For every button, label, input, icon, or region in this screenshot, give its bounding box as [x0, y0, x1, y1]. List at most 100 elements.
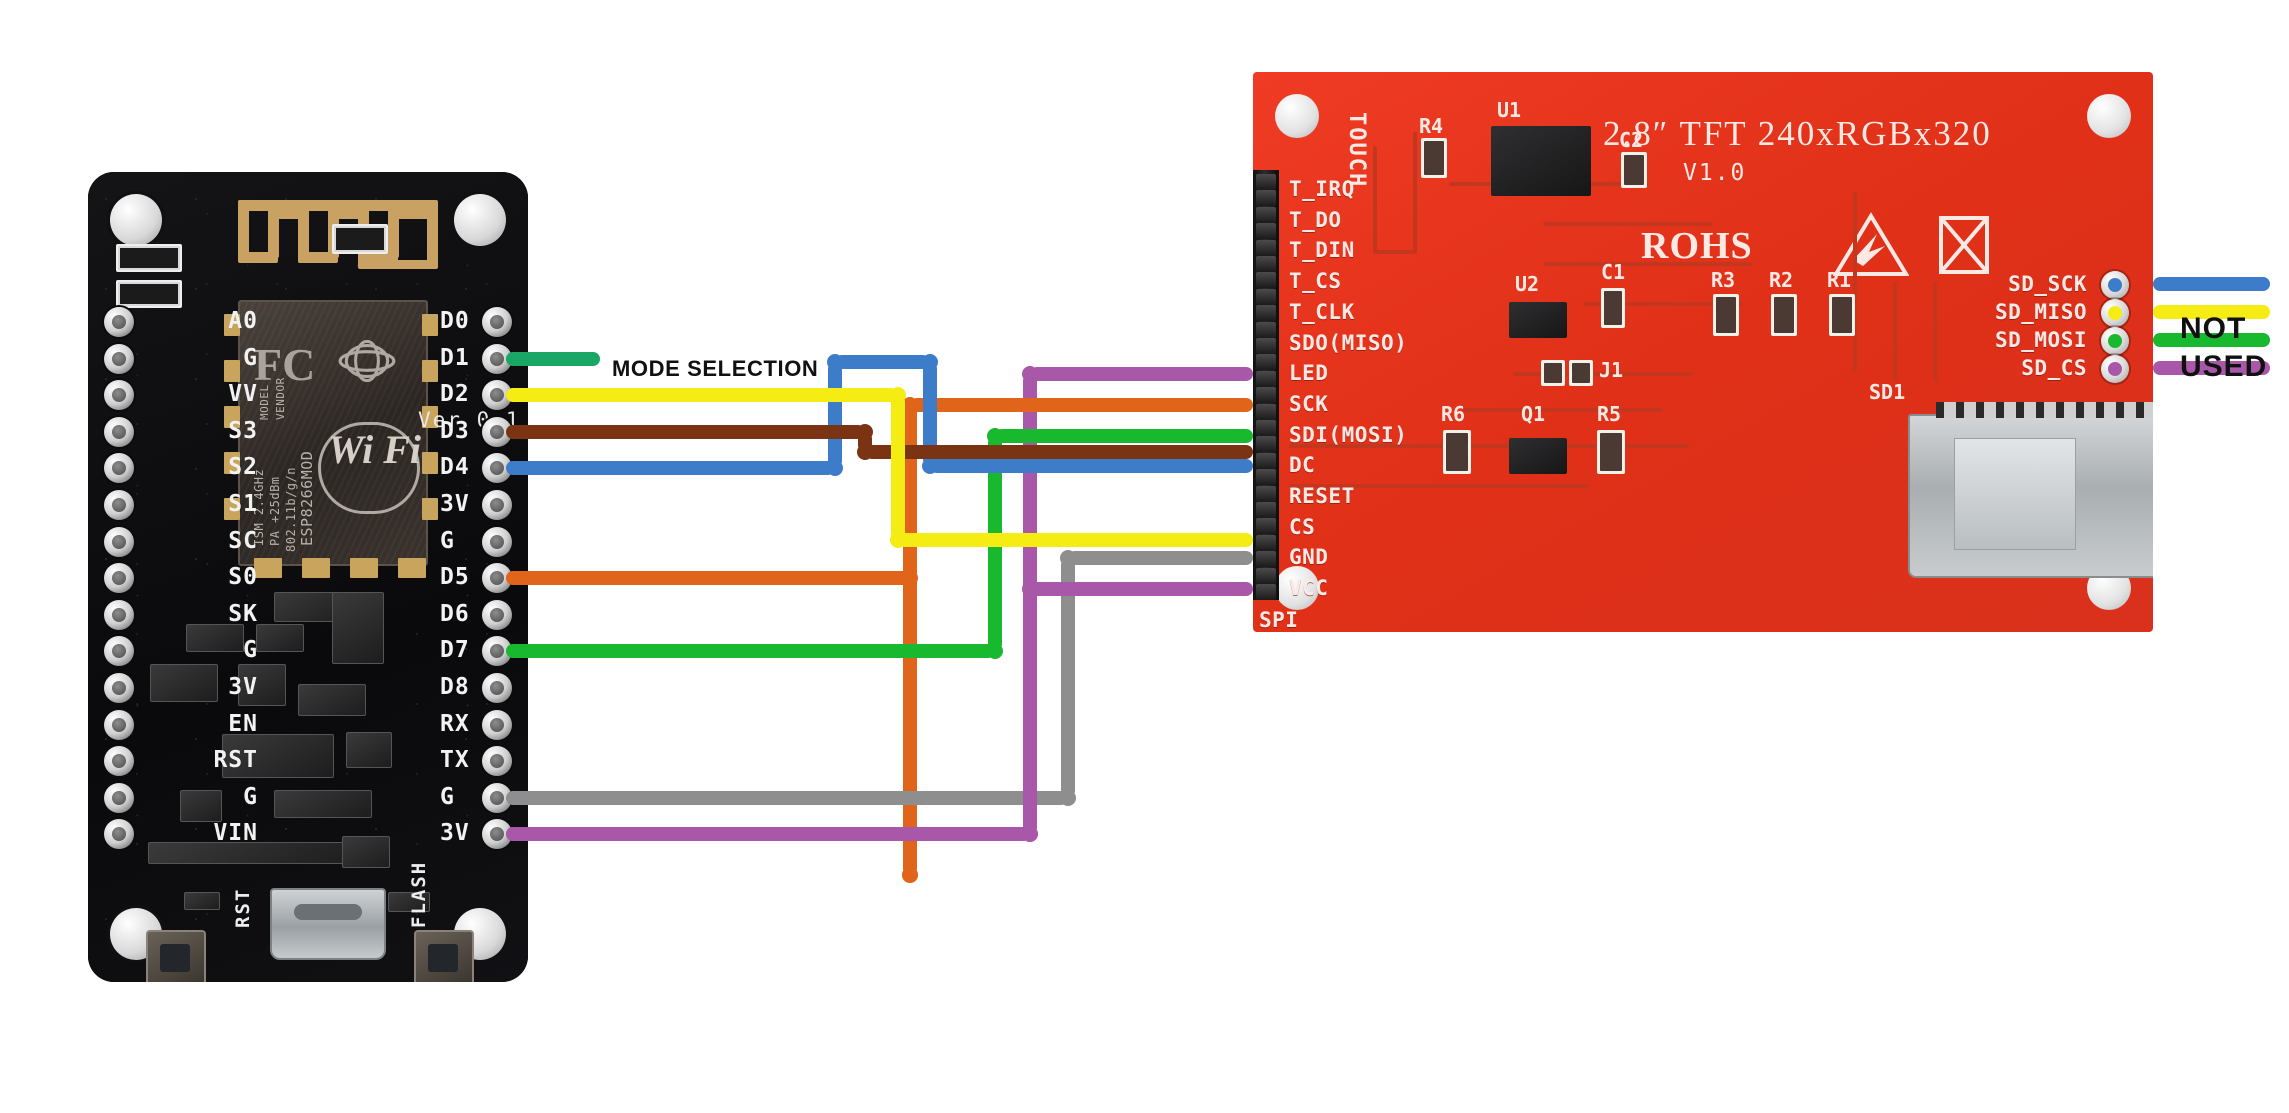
refdes-u2: U2	[1515, 272, 1540, 296]
header-pin[interactable]	[1256, 387, 1276, 404]
wire-d7-sdi-mosi-bend	[987, 643, 1003, 660]
nodemcu-right-pin-pad-3v-5[interactable]	[482, 490, 512, 520]
header-pin[interactable]	[1256, 567, 1276, 584]
flash-button-label: FLASH	[408, 860, 430, 928]
nodemcu-left-pin-pad-sk-8[interactable]	[104, 599, 134, 630]
not-used-line2: USED	[2180, 350, 2268, 384]
nodemcu-left-pin-pad-g-13[interactable]	[104, 782, 134, 813]
nodemcu-left-pin-label-s2-4: S2	[228, 454, 258, 481]
header-pin[interactable]	[1256, 190, 1276, 207]
tft-sd-label-sd_sck: SD_SCK	[2008, 272, 2087, 296]
mounting-hole	[2087, 94, 2131, 138]
nodemcu-left-pin-pad-3v-10[interactable]	[104, 673, 134, 703]
nodemcu-left-pin-pad-a0-0[interactable]	[104, 307, 134, 337]
nodemcu-right-pin-pad-tx-12[interactable]	[482, 746, 512, 777]
nodemcu-left-pin-pad-s1-5[interactable]	[104, 490, 134, 520]
nodemcu-left-pin-label-sc-6: SC	[228, 527, 258, 554]
pcb-trace	[1893, 282, 1897, 382]
header-pin[interactable]	[1256, 469, 1276, 486]
resistor-r2	[1771, 294, 1797, 336]
mounting-hole	[110, 194, 162, 246]
nodemcu-left-pin-label-vin-14: VIN	[213, 820, 258, 847]
nodemcu-right-pin-pad-d0-0[interactable]	[482, 307, 512, 337]
wire-g-gnd-segment	[506, 790, 1068, 805]
tft-sd-pad-sd_cs[interactable]	[2101, 355, 2129, 383]
tft-sd-pad-sd_mosi[interactable]	[2101, 327, 2129, 355]
header-pin[interactable]	[1256, 288, 1276, 305]
nodemcu-left-pin-pad-s0-7[interactable]	[104, 563, 134, 594]
wire-g-gnd-bend	[1060, 789, 1076, 806]
header-pin[interactable]	[1256, 239, 1276, 256]
refdes-c2: C2	[1619, 128, 1644, 152]
module-part-number: ESP8266MOD	[298, 450, 316, 546]
pcb-trace	[1373, 250, 1413, 254]
wire-d4-dc-segment	[835, 355, 930, 369]
tft-pin-header[interactable]	[1253, 170, 1279, 600]
header-pin[interactable]	[1256, 584, 1276, 600]
header-pin[interactable]	[1256, 174, 1276, 190]
nodemcu-left-pin-pad-en-11[interactable]	[104, 709, 134, 740]
tft-pin-label-t_do: T_DO	[1289, 207, 1342, 232]
nodemcu-left-pin-label-a0-0: A0	[228, 308, 258, 334]
tft-pin-label-reset: RESET	[1289, 484, 1355, 508]
resistor-r5	[1597, 430, 1625, 474]
nodemcu-right-pin-label-tx-12: TX	[440, 747, 470, 774]
capacitor-c1	[1601, 288, 1625, 328]
header-pin[interactable]	[1256, 370, 1276, 387]
flash-button[interactable]	[414, 930, 474, 982]
header-pin[interactable]	[1256, 321, 1276, 338]
header-pin[interactable]	[1256, 551, 1276, 568]
tft-pin-label-sck: SCK	[1289, 391, 1329, 416]
tft-sd-pad-sd_sck[interactable]	[2101, 271, 2129, 299]
refdes-c1: C1	[1601, 260, 1626, 284]
header-pin[interactable]	[1256, 436, 1276, 453]
wire-3v-vcc-bend	[1022, 581, 1038, 598]
nodemcu-right-pin-label-d2-2: D2	[440, 381, 470, 408]
pcb-trace	[1853, 192, 1857, 372]
header-pin[interactable]	[1256, 305, 1276, 322]
nodemcu-right-pin-pad-g-6[interactable]	[482, 526, 512, 557]
header-pin[interactable]	[1256, 206, 1276, 223]
header-pin[interactable]	[1256, 354, 1276, 371]
header-pin[interactable]	[1256, 420, 1276, 436]
resistor-r4	[1421, 138, 1447, 178]
header-pin[interactable]	[1256, 518, 1276, 535]
header-pin[interactable]	[1256, 502, 1276, 518]
nodemcu-left-pin-pad-g-1[interactable]	[104, 343, 134, 374]
microsd-card-slot[interactable]	[1908, 402, 2153, 578]
nodemcu-left-pin-label-s0-7: S0	[228, 564, 258, 591]
nodemcu-left-pin-pad-s3-3[interactable]	[104, 416, 134, 447]
header-pin[interactable]	[1256, 272, 1276, 289]
tft-pin-label-sdomiso: SDO(MISO)	[1289, 330, 1408, 355]
refdes-r3: R3	[1711, 268, 1736, 292]
nodemcu-right-pin-label-d6-8: D6	[440, 600, 470, 627]
mounting-hole	[454, 194, 506, 246]
header-pin[interactable]	[1256, 485, 1276, 502]
wire-g-gnd-segment	[1068, 551, 1253, 566]
header-pin[interactable]	[1256, 403, 1276, 420]
header-pin[interactable]	[1256, 534, 1276, 551]
header-pin[interactable]	[1256, 338, 1276, 354]
wire-3v-led-segment	[1030, 367, 1253, 382]
refdes-r2: R2	[1769, 268, 1794, 292]
nodemcu-right-pin-pad-d6-8[interactable]	[482, 599, 512, 630]
header-pin[interactable]	[1256, 452, 1276, 469]
micro-usb-connector[interactable]	[270, 888, 386, 960]
nodemcu-right-pin-pad-rx-11[interactable]	[482, 709, 512, 740]
tft-pin-label-gnd: GND	[1289, 545, 1329, 570]
tft-pin-label-t_din: T_DIN	[1289, 238, 1355, 263]
tft-sd-pad-sd_miso[interactable]	[2101, 299, 2129, 327]
nodemcu-left-pin-pad-vv-2[interactable]	[104, 380, 134, 411]
smd-resistor	[116, 280, 182, 308]
wire-d4-dc-segment	[506, 461, 835, 476]
tft-pin-label-t_clk: T_CLK	[1289, 299, 1355, 324]
reset-button[interactable]	[146, 930, 206, 982]
nodemcu-right-pin-pad-d8-10[interactable]	[482, 673, 512, 703]
nodemcu-left-pin-pad-sc-6[interactable]	[104, 526, 134, 557]
header-pin[interactable]	[1256, 256, 1276, 272]
refdes-r1: R1	[1827, 268, 1852, 292]
header-pin[interactable]	[1256, 223, 1276, 240]
smd-part	[274, 790, 372, 818]
nodemcu-left-pin-pad-rst-12[interactable]	[104, 746, 134, 777]
tft-title-silkscreen: 2.8″ TFT 240xRGBx320	[1603, 114, 1992, 153]
